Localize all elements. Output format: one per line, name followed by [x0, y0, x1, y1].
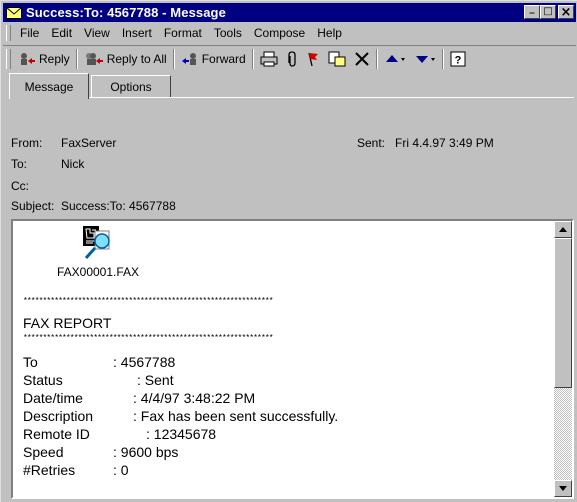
menu-format[interactable]: Format: [158, 26, 208, 40]
message-body[interactable]: FAX00001.FAX ***************************…: [11, 219, 574, 499]
arrow-up-icon: [559, 227, 567, 232]
scroll-down-button[interactable]: [554, 480, 572, 497]
envelope-icon: [6, 6, 22, 20]
help-button[interactable]: ?: [446, 48, 470, 70]
minimize-button[interactable]: _: [524, 3, 540, 19]
report-title: FAX REPORT: [23, 315, 112, 331]
move-to-folder-icon: [328, 51, 346, 67]
separator-line: ****************************************…: [23, 297, 274, 306]
tab-options[interactable]: Options: [91, 75, 171, 97]
menu-grip[interactable]: [6, 25, 11, 41]
menu-edit[interactable]: Edit: [45, 26, 78, 40]
to-value: Nick: [61, 157, 85, 171]
report-field-value: : Fax has been sent successfully.: [133, 408, 339, 424]
menu-help[interactable]: Help: [311, 26, 348, 40]
menu-bar: File Edit View Insert Format Tools Compo…: [3, 23, 576, 43]
toolbar-separator: [441, 49, 444, 69]
toolbar-grip[interactable]: [6, 49, 11, 69]
flag-button[interactable]: [302, 48, 324, 70]
subject-label: Subject:: [11, 199, 55, 213]
report-field-label: To: [23, 354, 38, 370]
forward-button[interactable]: Forward: [177, 48, 250, 70]
report-field-label: Description: [23, 408, 94, 424]
report-field-value: : 4/4/97 3:48:22 PM: [133, 390, 256, 406]
title-bar[interactable]: Success:To: 4567788 - Message _ □ ×: [3, 3, 576, 22]
report-field-value: : Sent: [137, 372, 174, 388]
reply-icon: [21, 53, 35, 65]
tab-message[interactable]: Message: [9, 73, 89, 99]
report-field-label: Speed: [23, 444, 64, 460]
vertical-scrollbar[interactable]: [554, 221, 572, 497]
separator-line: ****************************************…: [23, 334, 274, 343]
report-field-label: Status: [23, 372, 63, 388]
minimize-icon: _: [529, 3, 535, 14]
report-field-value: : 9600 bps: [113, 444, 179, 460]
reply-button[interactable]: Reply: [14, 48, 74, 70]
arrow-down-icon: [415, 56, 435, 63]
toolbar: Reply Reply to All Forward ?: [3, 45, 576, 72]
arrow-up-icon: [385, 55, 405, 62]
reply-all-button[interactable]: Reply to All: [80, 48, 171, 70]
attachment[interactable]: FAX00001.FAX: [43, 225, 153, 279]
attach-button[interactable]: [282, 48, 302, 70]
arrow-down-icon: [559, 486, 567, 491]
tab-options-label: Options: [110, 79, 152, 94]
cc-label: Cc:: [11, 179, 29, 193]
scrollbar-thumb[interactable]: [554, 238, 572, 388]
forward-label: Forward: [201, 52, 246, 66]
print-button[interactable]: [256, 48, 282, 70]
from-value: FaxServer: [61, 136, 117, 150]
maximize-icon: □: [543, 6, 553, 17]
close-button[interactable]: ×: [558, 5, 574, 19]
delete-icon: [355, 52, 369, 66]
attachment-filename: FAX00001.FAX: [56, 265, 140, 279]
from-label: From:: [11, 136, 43, 150]
sent-label: Sent:: [357, 136, 386, 150]
window-title: Success:To: 4567788 - Message: [26, 5, 226, 20]
svg-text:?: ?: [454, 55, 461, 67]
report-field-value: : 0: [113, 462, 129, 478]
tab-strip-line: [9, 97, 574, 98]
fax-document-icon: [83, 226, 110, 260]
reply-all-icon: [85, 53, 103, 65]
menu-compose[interactable]: Compose: [248, 26, 311, 40]
message-window: Success:To: 4567788 - Message _ □ × File…: [0, 0, 577, 502]
report-field-label: Date/time: [23, 390, 83, 406]
next-item-button[interactable]: [410, 48, 440, 70]
menu-file[interactable]: File: [14, 26, 45, 40]
move-to-folder-button[interactable]: [324, 48, 350, 70]
report-field-value: : 12345678: [146, 426, 217, 442]
to-label: To:: [11, 157, 28, 171]
report-field-label: #Retries: [23, 462, 76, 478]
maximize-button[interactable]: □: [540, 5, 556, 19]
help-icon: ?: [450, 51, 466, 67]
forward-icon: [181, 53, 196, 65]
toolbar-separator: [251, 49, 254, 69]
reply-all-label: Reply to All: [106, 52, 167, 66]
subject-value: Success:To: 4567788: [61, 199, 176, 213]
flag-icon: [308, 52, 318, 67]
previous-item-button[interactable]: [380, 48, 410, 70]
report-field-label: Remote ID: [23, 426, 90, 442]
menu-insert[interactable]: Insert: [116, 26, 158, 40]
tab-message-label: Message: [24, 79, 74, 94]
scroll-up-button[interactable]: [554, 221, 572, 238]
toolbar-separator: [375, 49, 378, 69]
sent-value: Fri 4.4.97 3:49 PM: [395, 136, 494, 150]
paperclip-icon: [288, 51, 296, 67]
menu-view[interactable]: View: [78, 26, 116, 40]
toolbar-separator: [75, 49, 78, 69]
toolbar-separator: [172, 49, 175, 69]
reply-label: Reply: [39, 52, 70, 66]
report-field-value: : 4567788: [113, 354, 176, 370]
menu-tools[interactable]: Tools: [208, 26, 248, 40]
close-icon: ×: [560, 4, 572, 20]
printer-icon: [260, 51, 278, 67]
message-body-content: FAX00001.FAX ***************************…: [13, 221, 554, 497]
delete-button[interactable]: [350, 48, 374, 70]
